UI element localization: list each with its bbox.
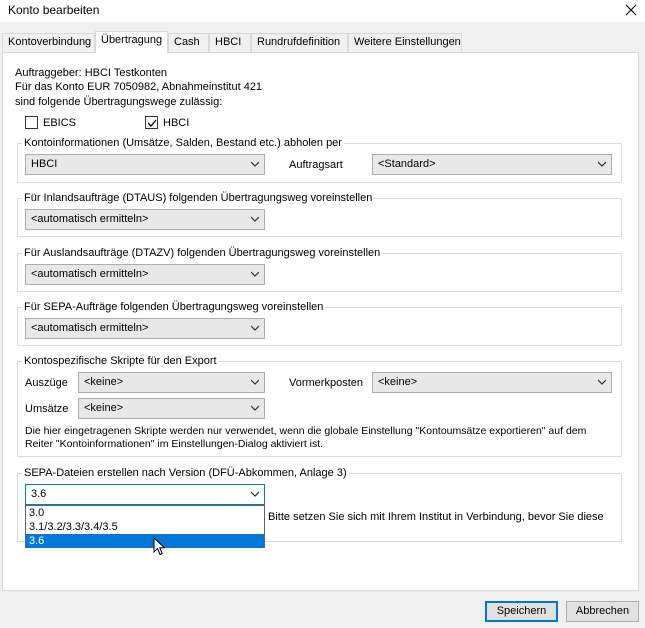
kontoinfo-group-label: Kontoinformationen (Umsätze, Salden, Bes… [22,137,344,149]
scripts-group-label: Kontospezifische Skripte für den Export [22,355,219,367]
kontoinfo-method-select[interactable]: HBCI [25,154,265,175]
sepa-value: <automatisch ermitteln> [31,322,149,334]
sepa-group-label: Für SEPA-Aufträge folgenden Übertragungs… [22,301,326,313]
sepa-version-option[interactable]: 3.1/3.2/3.3/3.4/3.5 [26,520,264,534]
sepa-version-option[interactable]: 3.0 [26,506,264,520]
sepa-version-option-selected[interactable]: 3.6 [26,534,264,548]
chevron-down-icon [598,161,606,167]
sepa-version-hint: Bitte setzen Sie sich mit Ihrem Institut… [268,511,604,523]
zulaessig-text: sind folgende Übertragungswege zulässig: [15,96,223,108]
scripts-note-line2: Reiter "Kontoinformationen" im Einstellu… [25,438,324,450]
auftragsart-select[interactable]: <Standard> [372,154,612,175]
hbci-checkbox[interactable] [145,116,158,129]
umsaetze-value: <keine> [84,402,124,414]
hbci-label: HBCI [163,117,190,129]
auszuege-select[interactable]: <keine> [78,372,265,393]
auftragsart-value: <Standard> [378,158,436,170]
tab-rundrufdefinition[interactable]: Rundrufdefinition [251,33,348,52]
tab-uebertragung[interactable]: Übertragung [95,31,168,53]
ausland-group-label: Für Auslandsaufträge (DTAZV) folgenden Ü… [22,247,383,259]
scripts-note-line1: Die hier eingetragenen Skripte werden nu… [25,425,587,437]
konto-text: Für das Konto EUR 7050982, Abnahmeinstit… [15,81,263,93]
inland-value: <automatisch ermitteln> [31,213,149,225]
auftragsart-label: Auftragsart [289,159,343,171]
auftraggeber-text: Auftraggeber: HBCI Testkonten [15,67,168,79]
vormerkposten-value: <keine> [378,376,418,388]
close-icon[interactable] [622,0,640,21]
umsaetze-label: Umsätze [25,403,69,415]
sepa-version-group-label: SEPA-Dateien erstellen nach Version (DFÜ… [22,467,349,479]
sepa-version-select[interactable]: 3.6 [25,484,265,505]
auszuege-value: <keine> [84,376,124,388]
save-button[interactable]: Speichern [485,601,558,622]
vormerkposten-select[interactable]: <keine> [372,372,612,393]
sepa-version-value: 3.6 [31,488,47,500]
tab-cash[interactable]: Cash [168,33,209,52]
chevron-down-icon [251,216,259,222]
ausland-select[interactable]: <automatisch ermitteln> [25,264,265,285]
checkmark-icon [147,119,157,127]
ebics-checkbox[interactable] [25,116,38,129]
vormerkposten-label: Vormerkposten [289,377,363,389]
tab-hbci[interactable]: HBCI [209,33,251,52]
tab-kontoverbindung[interactable]: Kontoverbindung [2,33,95,52]
inland-group-label: Für Inlandsaufträge (DTAUS) folgenden Üb… [22,192,375,204]
inland-select[interactable]: <automatisch ermitteln> [25,209,265,230]
chevron-down-icon [251,271,259,277]
chevron-down-icon [251,405,259,411]
chevron-down-icon [251,491,259,497]
mouse-pointer-icon [153,536,167,559]
ebics-label: EBICS [43,117,77,129]
sepa-version-dropdown: 3.0 3.1/3.2/3.3/3.4/3.5 3.6 [25,505,265,548]
window-title: Konto bearbeiten [8,3,100,17]
tab-weitere-einstellungen[interactable]: Weitere Einstellungen [348,33,462,52]
sepa-select[interactable]: <automatisch ermitteln> [25,318,265,339]
ausland-value: <automatisch ermitteln> [31,268,149,280]
chevron-down-icon [251,161,259,167]
cancel-button[interactable]: Abbrechen [566,601,639,622]
chevron-down-icon [251,379,259,385]
chevron-down-icon [598,379,606,385]
auszuege-label: Auszüge [25,377,68,389]
chevron-down-icon [251,325,259,331]
umsaetze-select[interactable]: <keine> [78,398,265,419]
kontoinfo-method-value: HBCI [31,158,58,170]
